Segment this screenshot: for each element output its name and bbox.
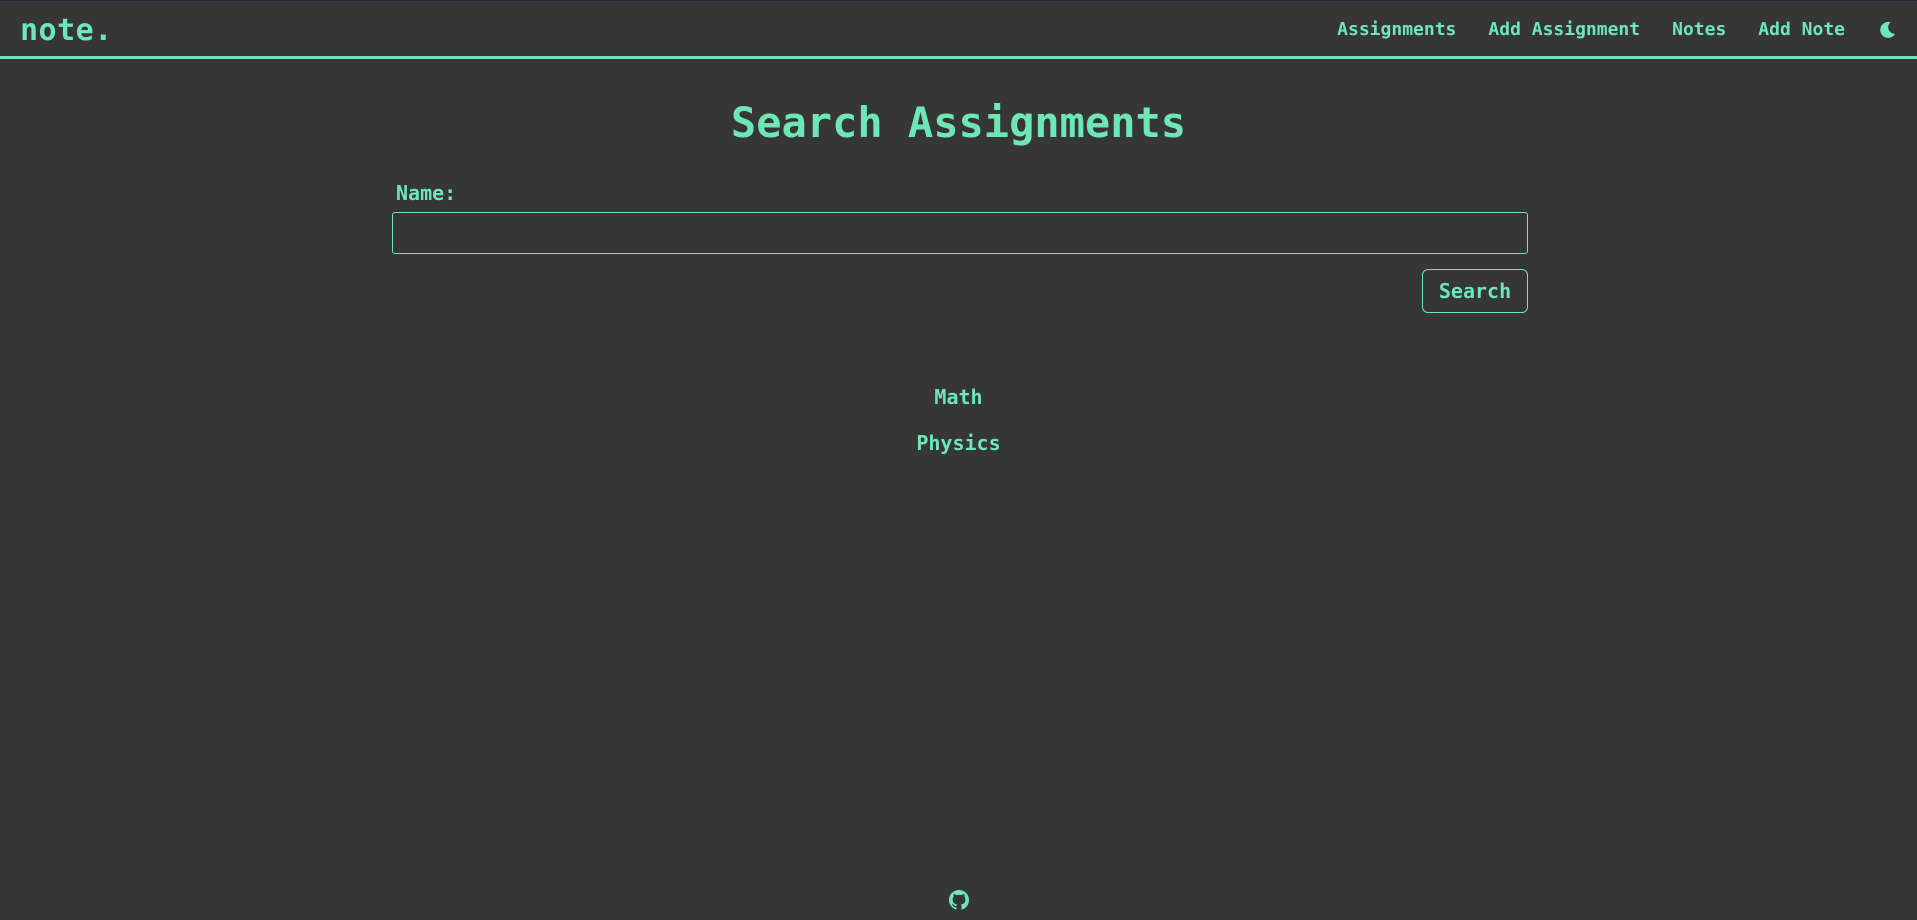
navbar: note. Assignments Add Assignment Notes A…	[0, 0, 1917, 59]
brand-logo[interactable]: note.	[20, 13, 113, 48]
results-list: Math Physics	[0, 374, 1917, 466]
footer	[0, 890, 1917, 914]
nav-link-notes[interactable]: Notes	[1672, 19, 1726, 40]
page-title: Search Assignments	[730, 98, 1187, 147]
github-icon[interactable]	[948, 890, 969, 910]
result-item-physics[interactable]: Physics	[0, 420, 1917, 466]
nav-link-assignments[interactable]: Assignments	[1337, 19, 1456, 40]
result-item-math[interactable]: Math	[0, 374, 1917, 420]
name-label: Name:	[396, 181, 457, 205]
nav-link-add-note[interactable]: Add Note	[1758, 19, 1845, 40]
moon-icon[interactable]	[1877, 20, 1897, 40]
name-input[interactable]	[392, 212, 1528, 254]
search-form: Name: Search	[392, 181, 1528, 313]
nav-links: Assignments Add Assignment Notes Add Not…	[1305, 19, 1897, 40]
search-button[interactable]: Search	[1422, 269, 1528, 313]
nav-link-add-assignment[interactable]: Add Assignment	[1488, 19, 1640, 40]
